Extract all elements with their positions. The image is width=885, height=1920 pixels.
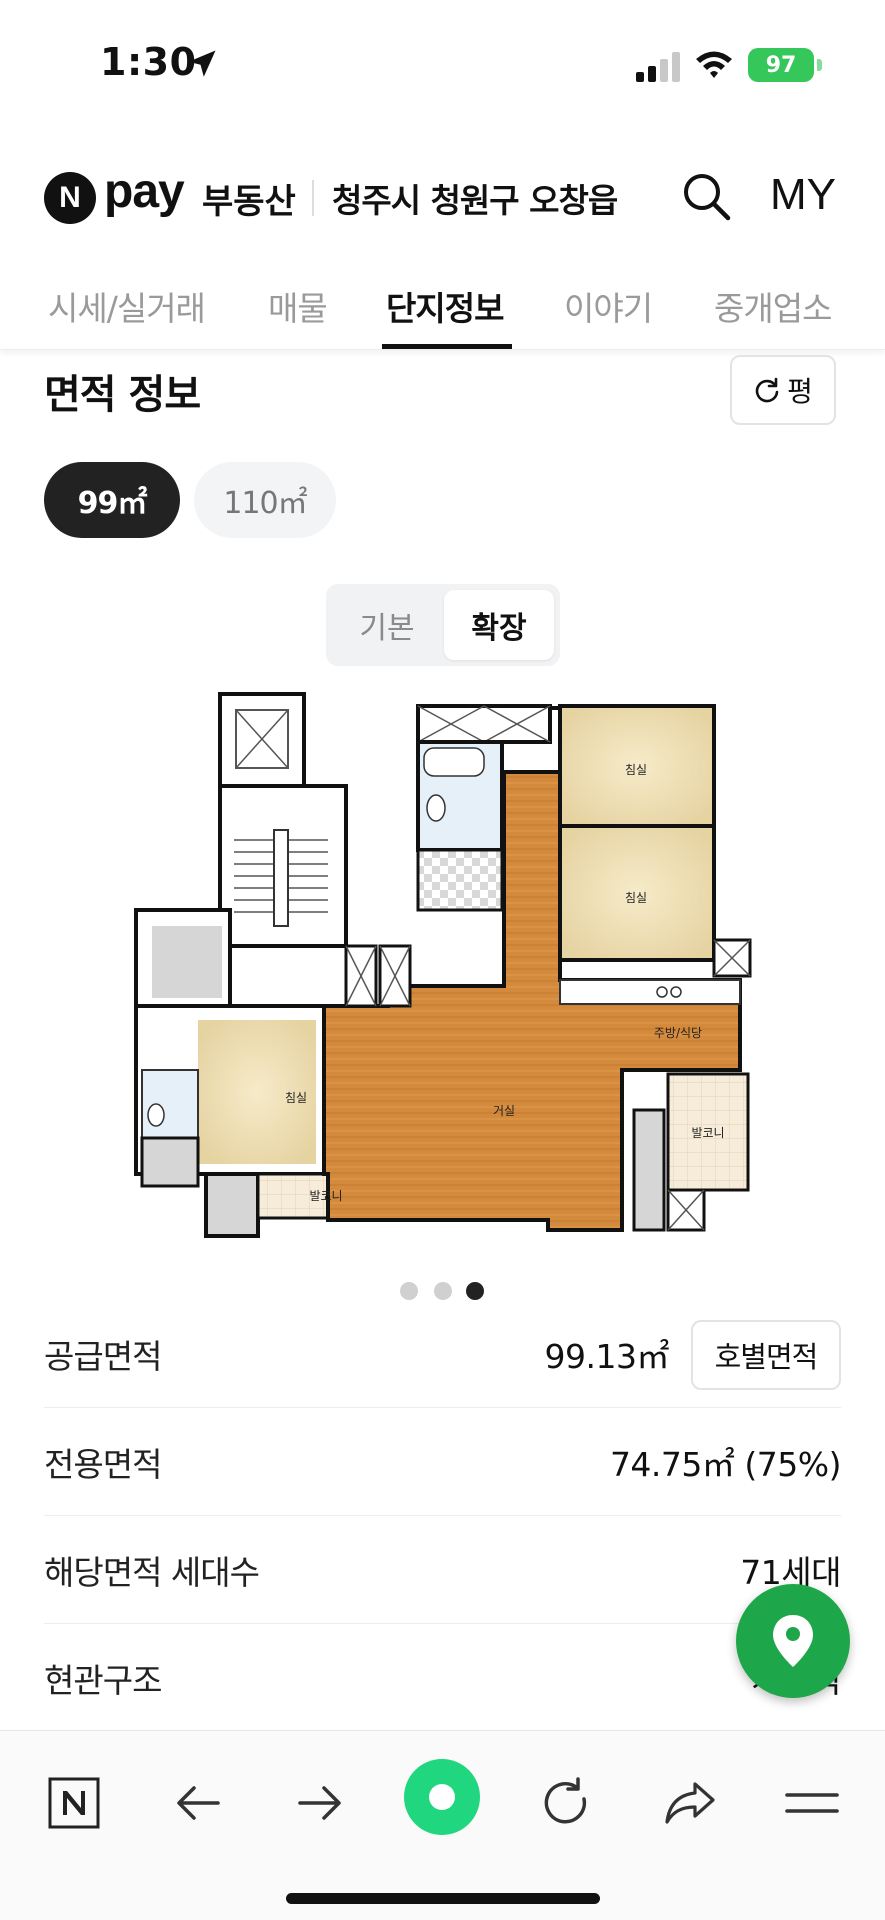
forward-arrow-icon[interactable]: [290, 1773, 350, 1833]
unit-toggle-label: 평: [787, 375, 813, 408]
refresh-icon: [755, 377, 779, 403]
exclusive-area-value: 74.75㎡ (75%): [609, 1445, 842, 1484]
app-header: N pay 부동산 청주시 청원구 오창읍 MY: [0, 150, 885, 240]
green-dot-icon[interactable]: [404, 1759, 480, 1835]
plan-mode-toggle: 기본 확장: [326, 584, 560, 666]
section-title: 면적 정보: [44, 372, 201, 418]
exclusive-area-label: 전용면적: [44, 1445, 162, 1484]
entrance-type-label: 현관구조: [44, 1661, 162, 1700]
header-divider: [312, 180, 314, 216]
household-count-label: 해당면적 세대수: [44, 1553, 260, 1592]
back-arrow-icon[interactable]: [168, 1773, 228, 1833]
logo-pay[interactable]: pay: [104, 164, 185, 219]
naver-n-icon[interactable]: N: [44, 172, 96, 224]
supply-area-label: 공급면적: [44, 1337, 162, 1376]
share-icon[interactable]: [660, 1773, 720, 1833]
plan-label-bedroom-3: 침실: [285, 1091, 307, 1105]
carousel-dot-2[interactable]: [434, 1282, 452, 1300]
carousel-dot-1[interactable]: [400, 1282, 418, 1300]
plan-label-living: 거실: [493, 1104, 515, 1118]
map-fab-button[interactable]: [736, 1584, 850, 1698]
region-selector[interactable]: 청주시 청원구 오창읍: [332, 174, 618, 222]
my-button[interactable]: MY: [770, 170, 836, 220]
green-dot-center: [429, 1784, 455, 1810]
battery-icon: 97: [748, 48, 822, 82]
row-entrance-type: 현관구조 계단식: [44, 1624, 841, 1732]
plan-label-kitchen: 주방/식당: [654, 1026, 702, 1040]
wifi-icon: [696, 51, 732, 78]
naver-home-icon[interactable]: [44, 1773, 104, 1833]
unit-toggle-button[interactable]: 평: [730, 355, 836, 425]
supply-area-value: 99.13㎡: [544, 1337, 670, 1376]
logo-letter: N: [59, 181, 81, 214]
row-household-count: 해당면적 세대수 71세대: [44, 1516, 841, 1624]
tab-bar: 시세/실거래 매물 단지정보 이야기 중개업소: [0, 268, 885, 350]
area-chip-110[interactable]: 110㎡: [194, 462, 336, 538]
plan-label-bedroom-1: 침실: [625, 763, 647, 777]
signal-icon: [636, 52, 680, 82]
floor-plan-image[interactable]: 침실 침실 침실 거실 주방/식당 발코니 발코니: [128, 690, 756, 1252]
tab-listings[interactable]: 매물: [268, 282, 328, 330]
status-time: 1:30: [100, 40, 197, 84]
plan-mode-basic[interactable]: 기본: [332, 590, 442, 660]
tab-price[interactable]: 시세/실거래: [48, 282, 206, 330]
carousel-dot-3[interactable]: [466, 1282, 484, 1300]
tab-stories[interactable]: 이야기: [564, 282, 653, 330]
status-bar: 1:30 97: [0, 0, 885, 130]
carousel-indicator: [400, 1282, 490, 1302]
row-exclusive-area: 전용면적 74.75㎡ (75%): [44, 1408, 842, 1516]
search-icon[interactable]: [680, 170, 732, 222]
row-supply-area: 공급면적 99.13㎡ 호별면적: [44, 1300, 841, 1408]
logo-service[interactable]: 부동산: [202, 174, 296, 223]
plan-mode-extended[interactable]: 확장: [444, 590, 554, 660]
refresh-icon[interactable]: [536, 1773, 596, 1833]
map-pin-icon: [773, 1615, 813, 1667]
area-chip-99[interactable]: 99㎡: [44, 462, 180, 538]
battery-level: 97: [765, 52, 797, 78]
plan-label-balcony-2: 발코니: [309, 1189, 342, 1203]
unit-area-button[interactable]: 호별면적: [691, 1320, 841, 1390]
tab-complex-info[interactable]: 단지정보: [386, 282, 504, 330]
browser-toolbar: [0, 1730, 885, 1920]
location-arrow-icon: [188, 50, 216, 77]
plan-label-balcony-1: 발코니: [691, 1126, 724, 1140]
active-tab-indicator: [382, 344, 512, 349]
home-indicator: [286, 1893, 600, 1904]
plan-label-bedroom-2: 침실: [625, 891, 647, 905]
menu-icon[interactable]: [782, 1773, 842, 1833]
tab-agents[interactable]: 중개업소: [714, 282, 832, 330]
